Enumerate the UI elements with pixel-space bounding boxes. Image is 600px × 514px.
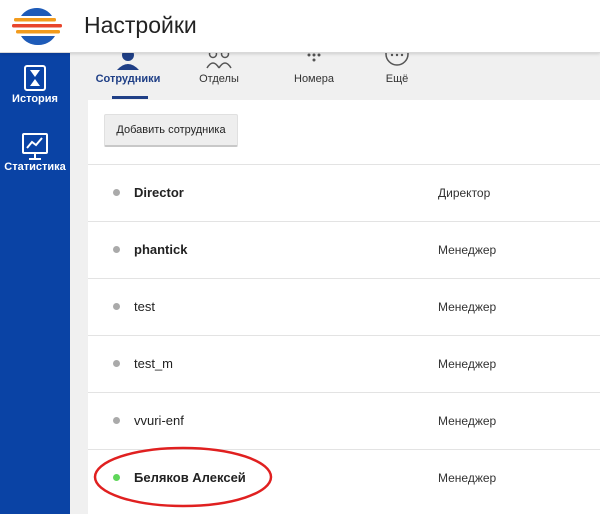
- tab-numbers[interactable]: Номера: [276, 52, 352, 96]
- table-row[interactable]: Director Директор: [88, 164, 600, 222]
- chart-board-icon: [22, 133, 48, 160]
- sidebar-item-label: История: [12, 93, 58, 105]
- tab-label: Сотрудники: [95, 73, 161, 85]
- status-dot: [113, 189, 120, 196]
- page-title: Настройки: [84, 12, 197, 38]
- tab-label: Отделы: [199, 73, 239, 85]
- tab-departments[interactable]: Отделы: [181, 52, 257, 96]
- employee-role: Менеджер: [438, 414, 497, 428]
- employee-role: Менеджер: [438, 243, 497, 257]
- app-logo[interactable]: [12, 5, 64, 47]
- tab-label: Номера: [294, 73, 334, 85]
- active-tab-indicator: [112, 96, 148, 99]
- employee-name: test_m: [134, 356, 174, 371]
- employee-name: phantick: [134, 242, 188, 257]
- table-row[interactable]: vvuri-enf Менеджер: [88, 392, 600, 450]
- main-content: Сотрудники Отделы Номера Ещё Добавить со…: [70, 52, 600, 514]
- hourglass-icon: [24, 65, 46, 91]
- table-row[interactable]: test_m Менеджер: [88, 335, 600, 393]
- dialpad-icon: [307, 53, 321, 62]
- tab-label: Ещё: [385, 73, 409, 85]
- tab-employees[interactable]: Сотрудники: [90, 52, 166, 99]
- employee-role: Менеджер: [438, 357, 497, 371]
- employee-name: test: [134, 299, 155, 314]
- group-icon: [206, 52, 232, 69]
- online-status-dot: [113, 474, 120, 481]
- status-dot: [113, 360, 120, 367]
- employee-role: Менеджер: [438, 471, 497, 485]
- tab-bar: Сотрудники Отделы Номера Ещё: [88, 52, 600, 100]
- sidebar-item-statistics[interactable]: Статистика: [0, 132, 70, 173]
- sidebar-item-label: Статистика: [4, 161, 66, 173]
- app-header: Настройки: [0, 0, 600, 53]
- employee-name: Беляков Алексей: [134, 470, 246, 485]
- employee-name: vvuri-enf: [134, 413, 184, 428]
- table-row[interactable]: Беляков Алексей Менеджер: [88, 449, 600, 507]
- tab-more[interactable]: Ещё: [359, 52, 435, 96]
- employees-panel: Добавить сотрудника Director Директор ph…: [88, 100, 600, 514]
- status-dot: [113, 246, 120, 253]
- sidebar-item-history[interactable]: История: [0, 64, 70, 105]
- employee-role: Директор: [438, 186, 491, 200]
- add-employee-button[interactable]: Добавить сотрудника: [104, 114, 238, 147]
- person-icon: [117, 52, 139, 70]
- status-dot: [113, 417, 120, 424]
- employee-role: Менеджер: [438, 300, 497, 314]
- sidebar: История Статистика: [0, 52, 70, 514]
- employee-name: Director: [134, 185, 184, 200]
- status-dot: [113, 303, 120, 310]
- table-row[interactable]: phantick Менеджер: [88, 221, 600, 279]
- more-icon: [385, 52, 409, 66]
- table-row[interactable]: test Менеджер: [88, 278, 600, 336]
